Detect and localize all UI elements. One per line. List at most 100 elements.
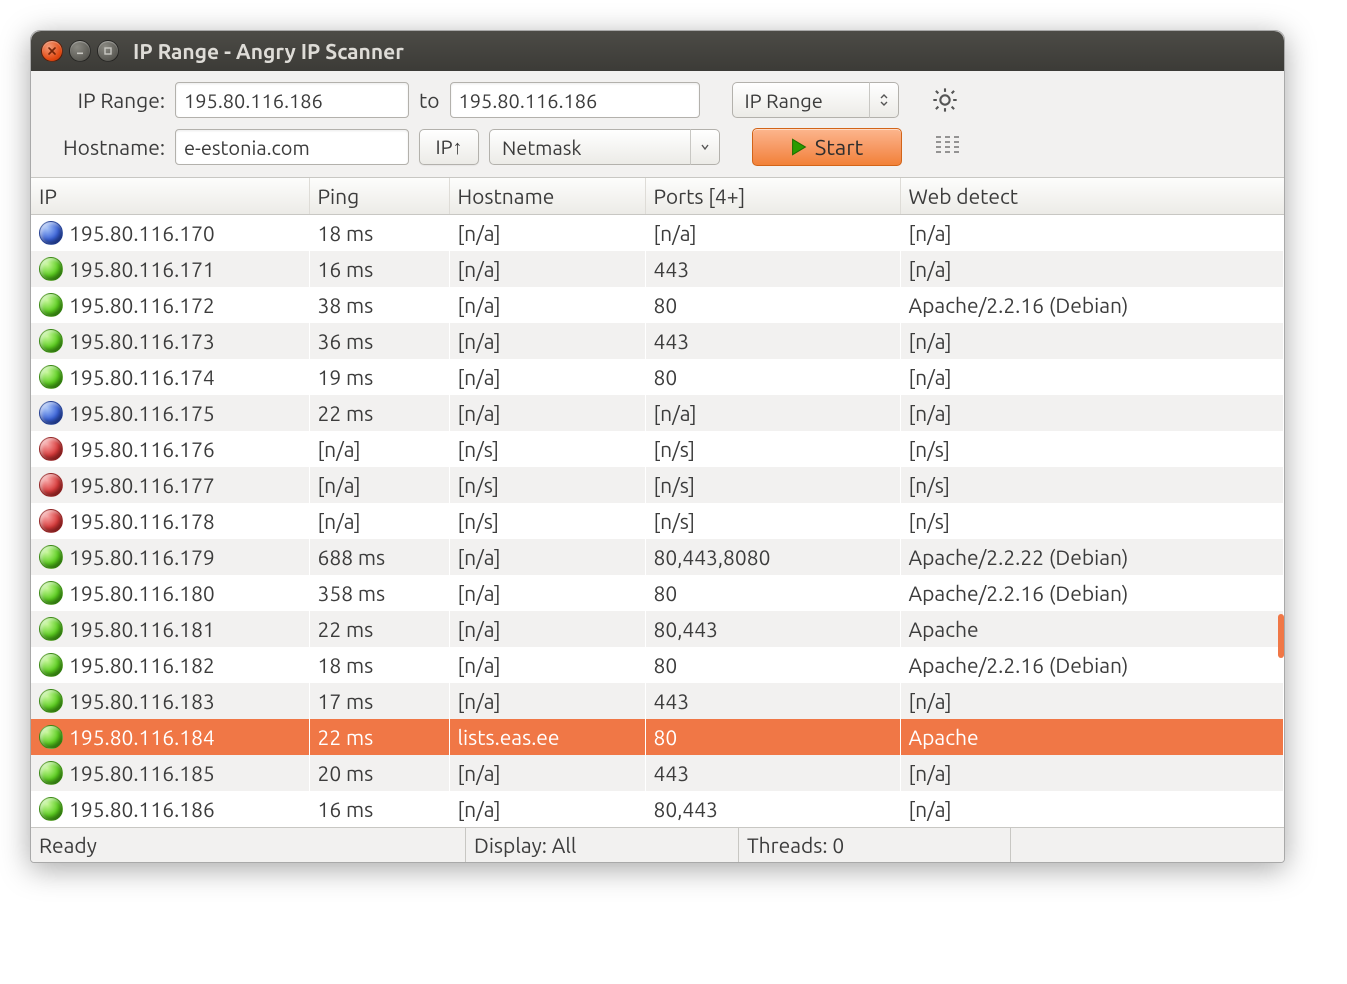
cell-ports: 80,443,8080 — [645, 539, 900, 575]
column-header-hostname[interactable]: Hostname — [449, 178, 645, 215]
cell-ip: 195.80.116.173 — [69, 329, 215, 353]
table-row[interactable]: 195.80.116.178[n/a][n/s][n/s][n/s] — [31, 503, 1284, 539]
table-row[interactable]: 195.80.116.18520 ms[n/a]443[n/a] — [31, 755, 1284, 791]
table-row[interactable]: 195.80.116.17522 ms[n/a][n/a][n/a] — [31, 395, 1284, 431]
cell-hostname: [n/a] — [449, 755, 645, 791]
cell-ports: [n/a] — [645, 215, 900, 252]
chevron-down-icon — [690, 129, 720, 165]
start-button[interactable]: Start — [752, 128, 902, 166]
cell-hostname: [n/a] — [449, 251, 645, 287]
table-row[interactable]: 195.80.116.180358 ms[n/a]80Apache/2.2.16… — [31, 575, 1284, 611]
feeder-combo[interactable]: IP Range — [732, 82, 899, 118]
cell-webdetect: Apache/2.2.22 (Debian) — [900, 539, 1284, 575]
cell-hostname: lists.eas.ee — [449, 719, 645, 755]
ip-range-start-input[interactable] — [175, 82, 409, 118]
cell-ping: 38 ms — [309, 287, 449, 323]
cell-ports: [n/s] — [645, 503, 900, 539]
cell-hostname: [n/a] — [449, 611, 645, 647]
cell-webdetect: [n/a] — [900, 215, 1284, 252]
status-indicator-icon — [39, 473, 63, 497]
column-header-web[interactable]: Web detect — [900, 178, 1284, 215]
scrollbar-thumb[interactable] — [1278, 614, 1284, 658]
cell-ip: 195.80.116.176 — [69, 437, 215, 461]
cell-hostname: [n/a] — [449, 683, 645, 719]
columns-menu-button[interactable] — [934, 133, 962, 161]
feeder-combo-label: IP Range — [745, 89, 823, 112]
status-indicator-icon — [39, 329, 63, 353]
status-indicator-icon — [39, 545, 63, 569]
cell-webdetect: [n/a] — [900, 323, 1284, 359]
cell-ip: 195.80.116.170 — [69, 221, 215, 245]
app-window: IP Range - Angry IP Scanner IP Range: to… — [30, 30, 1285, 863]
status-ready: Ready — [31, 828, 466, 862]
table-row[interactable]: 195.80.116.18122 ms[n/a]80,443Apache — [31, 611, 1284, 647]
status-indicator-icon — [39, 257, 63, 281]
table-row[interactable]: 195.80.116.18422 mslists.eas.ee80Apache — [31, 719, 1284, 755]
ip-up-button[interactable]: IP↑ — [419, 129, 479, 165]
status-indicator-icon — [39, 365, 63, 389]
cell-hostname: [n/a] — [449, 395, 645, 431]
cell-hostname: [n/a] — [449, 647, 645, 683]
cell-ip: 195.80.116.171 — [69, 257, 215, 281]
cell-ip: 195.80.116.175 — [69, 401, 215, 425]
cell-webdetect: [n/a] — [900, 755, 1284, 791]
cell-webdetect: [n/s] — [900, 467, 1284, 503]
table-row[interactable]: 195.80.116.18616 ms[n/a]80,443[n/a] — [31, 791, 1284, 827]
cell-webdetect: [n/s] — [900, 431, 1284, 467]
hostname-input[interactable] — [175, 129, 409, 165]
cell-ports: 80 — [645, 287, 900, 323]
cell-hostname: [n/a] — [449, 575, 645, 611]
table-row[interactable]: 195.80.116.176[n/a][n/s][n/s][n/s] — [31, 431, 1284, 467]
table-row[interactable]: 195.80.116.17116 ms[n/a]443[n/a] — [31, 251, 1284, 287]
netmask-combo[interactable]: Netmask — [489, 129, 720, 165]
netmask-combo-label: Netmask — [502, 136, 582, 159]
cell-webdetect: [n/a] — [900, 791, 1284, 827]
window-title: IP Range - Angry IP Scanner — [133, 39, 404, 63]
column-header-ports[interactable]: Ports [4+] — [645, 178, 900, 215]
status-indicator-icon — [39, 617, 63, 641]
status-indicator-icon — [39, 797, 63, 821]
ip-range-end-input[interactable] — [450, 82, 700, 118]
cell-ip: 195.80.116.178 — [69, 509, 215, 533]
cell-ip: 195.80.116.184 — [69, 725, 215, 749]
status-spare — [1011, 828, 1284, 862]
settings-button[interactable] — [931, 86, 959, 114]
table-row[interactable]: 195.80.116.17018 ms[n/a][n/a][n/a] — [31, 215, 1284, 252]
table-row[interactable]: 195.80.116.177[n/a][n/s][n/s][n/s] — [31, 467, 1284, 503]
cell-ports: [n/s] — [645, 431, 900, 467]
status-display: Display: All — [466, 828, 739, 862]
cell-webdetect: [n/a] — [900, 359, 1284, 395]
cell-ip: 195.80.116.172 — [69, 293, 215, 317]
cell-webdetect: Apache/2.2.16 (Debian) — [900, 287, 1284, 323]
cell-hostname: [n/a] — [449, 287, 645, 323]
minimize-button[interactable] — [69, 40, 91, 62]
cell-hostname: [n/a] — [449, 539, 645, 575]
table-row[interactable]: 195.80.116.18317 ms[n/a]443[n/a] — [31, 683, 1284, 719]
cell-ping: 16 ms — [309, 791, 449, 827]
cell-ports: 80,443 — [645, 611, 900, 647]
cell-webdetect: Apache — [900, 611, 1284, 647]
gear-icon — [931, 86, 959, 114]
cell-ip: 195.80.116.179 — [69, 545, 215, 569]
table-row[interactable]: 195.80.116.18218 ms[n/a]80Apache/2.2.16 … — [31, 647, 1284, 683]
cell-hostname: [n/a] — [449, 359, 645, 395]
table-row[interactable]: 195.80.116.17419 ms[n/a]80[n/a] — [31, 359, 1284, 395]
column-header-ip[interactable]: IP — [31, 178, 309, 215]
table-row[interactable]: 195.80.116.172 38 ms[n/a]80Apache/2.2.16 … — [31, 287, 1284, 323]
close-button[interactable] — [41, 40, 63, 62]
cell-webdetect: Apache — [900, 719, 1284, 755]
hostname-label: Hostname: — [43, 135, 165, 159]
maximize-button[interactable] — [97, 40, 119, 62]
table-row[interactable]: 195.80.116.17336 ms[n/a]443[n/a] — [31, 323, 1284, 359]
column-header-ping[interactable]: Ping — [309, 178, 449, 215]
cell-ping: 19 ms — [309, 359, 449, 395]
table-row[interactable]: 195.80.116.179688 ms[n/a]80,443,8080Apac… — [31, 539, 1284, 575]
status-indicator-icon — [39, 761, 63, 785]
cell-ports: [n/s] — [645, 467, 900, 503]
cell-ping: 22 ms — [309, 719, 449, 755]
title-bar: IP Range - Angry IP Scanner — [31, 31, 1284, 71]
cell-ports: 443 — [645, 683, 900, 719]
cell-ping: 358 ms — [309, 575, 449, 611]
cell-webdetect: Apache/2.2.16 (Debian) — [900, 575, 1284, 611]
cell-ip: 195.80.116.177 — [69, 473, 215, 497]
